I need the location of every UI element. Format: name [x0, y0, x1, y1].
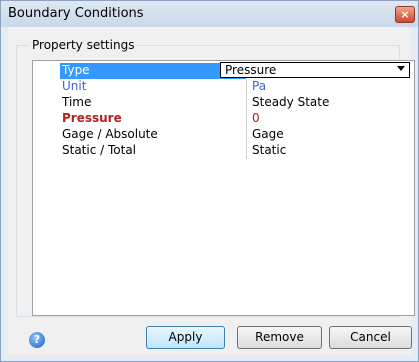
property-value: Pa	[246, 79, 414, 95]
property-name: Time	[62, 95, 92, 109]
property-name: Gage / Absolute	[62, 127, 158, 141]
help-icon[interactable]: ?	[29, 332, 45, 348]
property-row-pressure[interactable]: Pressure 0	[33, 111, 414, 127]
property-grid: Type Unit Pa Time Steady State Pressure …	[32, 60, 415, 316]
type-dropdown[interactable]: Pressure	[220, 62, 410, 78]
type-dropdown-value: Pressure	[225, 63, 277, 77]
property-name: Static / Total	[62, 143, 137, 157]
remove-button[interactable]: Remove	[237, 326, 322, 349]
property-row-unit[interactable]: Unit Pa	[33, 79, 414, 95]
property-name: Unit	[62, 79, 87, 93]
property-value: Steady State	[246, 95, 414, 111]
group-label: Property settings	[29, 38, 138, 52]
row-marker	[33, 143, 59, 159]
property-row-time[interactable]: Time Steady State	[33, 95, 414, 111]
property-value: 0	[246, 111, 414, 127]
cancel-button[interactable]: Cancel	[329, 326, 412, 349]
group-border-left	[16, 45, 17, 317]
chevron-down-icon[interactable]	[397, 66, 405, 71]
row-marker	[33, 95, 59, 111]
row-marker	[33, 79, 59, 95]
property-row-static-total[interactable]: Static / Total Static	[33, 143, 414, 159]
group-border-bottom	[16, 316, 400, 317]
property-row-gage-absolute[interactable]: Gage / Absolute Gage	[33, 127, 414, 143]
title-bar: Boundary Conditions ×	[1, 1, 418, 27]
row-marker	[33, 111, 59, 127]
apply-button[interactable]: Apply	[146, 326, 225, 349]
row-marker	[33, 63, 59, 79]
window-title: Boundary Conditions	[8, 6, 144, 21]
property-name: Pressure	[62, 111, 122, 125]
property-value: Gage	[246, 127, 414, 143]
close-icon[interactable]: ×	[395, 6, 415, 23]
row-marker	[33, 127, 59, 143]
property-name: Type	[60, 63, 246, 79]
property-value: Static	[246, 143, 414, 159]
